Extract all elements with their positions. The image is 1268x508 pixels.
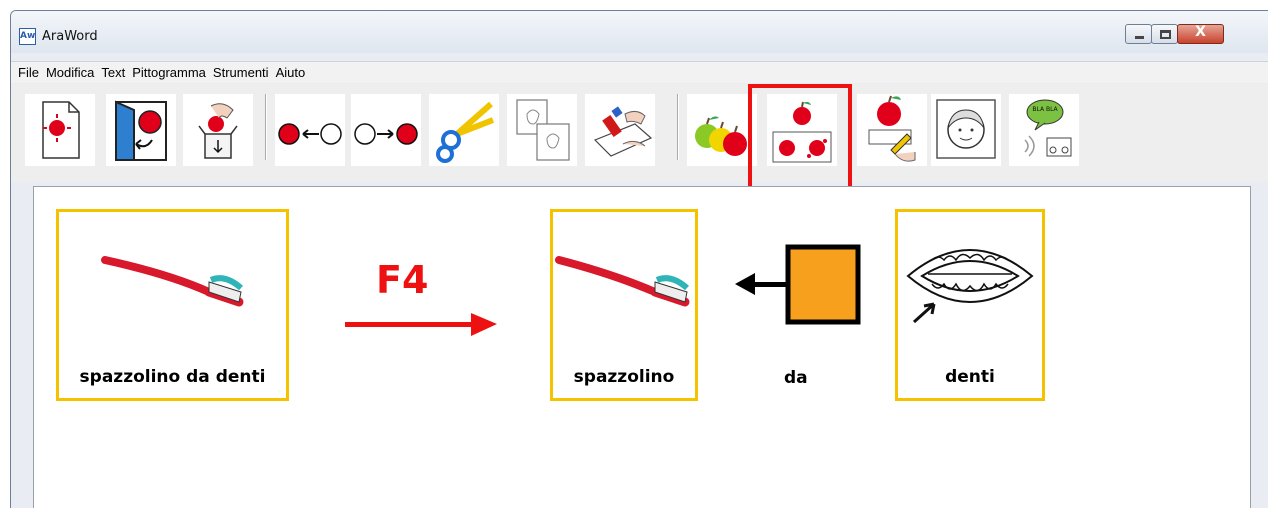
split-tool-highlight (748, 84, 852, 193)
edit-pictogram-button[interactable] (857, 94, 927, 166)
toolbar: BLA BLA (11, 84, 1268, 193)
maximize-icon (1160, 30, 1171, 39)
toothbrush-icon (101, 256, 244, 307)
card-label: denti (945, 367, 995, 387)
arrow-square-icon (735, 244, 861, 325)
toothbrush-icon (555, 256, 690, 307)
maximize-button[interactable] (1151, 24, 1178, 44)
speech-bubble-text: BLA BLA (1032, 106, 1058, 113)
edit-pictogram-icon (868, 95, 916, 162)
new-document-icon (42, 101, 80, 159)
f4-arrow-icon (345, 313, 497, 336)
face-icon (936, 99, 996, 159)
move-left-button[interactable] (275, 94, 345, 166)
speech-icon: BLA BLA (1024, 99, 1072, 157)
pictogram-card-denti[interactable]: denti (895, 209, 1045, 401)
close-icon: X (1195, 24, 1206, 40)
pictogram-card-spazzolino-da-denti[interactable]: spazzolino da denti (56, 209, 289, 401)
speech-button[interactable]: BLA BLA (1009, 94, 1079, 166)
menu-text[interactable]: Text (100, 64, 126, 81)
close-button[interactable]: X (1177, 24, 1224, 44)
menu-modifica[interactable]: Modifica (45, 64, 95, 81)
minimize-icon (1135, 36, 1144, 39)
menu-bar: File Modifica Text Pittogramma Strumenti… (11, 61, 1268, 83)
title-bar[interactable]: Aw AraWord X (11, 11, 1268, 53)
pictogram-card-spazzolino[interactable]: spazzolino (550, 209, 698, 401)
open-document-button[interactable] (106, 94, 176, 166)
copy-button[interactable] (507, 94, 577, 166)
minimize-button[interactable] (1125, 24, 1152, 44)
menu-file[interactable]: File (17, 64, 40, 81)
card-label: spazzolino (573, 367, 675, 387)
apples-button[interactable] (687, 94, 757, 166)
pictogram-word-da[interactable]: da (725, 209, 875, 401)
menu-pittogramma[interactable]: Pittogramma (131, 64, 207, 81)
save-document-icon (198, 103, 238, 159)
f4-shortcut-label: F4 (376, 258, 429, 302)
right-arrow-pictogram-icon (354, 123, 418, 145)
copy-pictogram-icon (516, 99, 570, 161)
left-arrow-pictogram-icon (278, 123, 342, 145)
scissors-icon (436, 101, 495, 163)
window-title: AraWord (42, 29, 98, 44)
new-document-button[interactable] (25, 94, 95, 166)
save-document-button[interactable] (183, 94, 253, 166)
apples-icon (695, 116, 747, 156)
card-label: spazzolino da denti (79, 367, 266, 387)
menu-aiuto[interactable]: Aiuto (275, 64, 307, 81)
teeth-mouth-icon (906, 249, 1034, 324)
menu-strumenti[interactable]: Strumenti (212, 64, 270, 81)
card-label: da (784, 368, 808, 388)
araword-app-icon: Aw (19, 28, 36, 45)
paste-glue-icon (593, 106, 653, 157)
paste-button[interactable] (585, 94, 655, 166)
toolbar-separator (265, 94, 267, 160)
toolbar-separator (677, 94, 679, 160)
open-document-icon (115, 100, 167, 161)
cut-button[interactable] (429, 94, 499, 166)
move-right-button[interactable] (351, 94, 421, 166)
face-button[interactable] (931, 94, 1001, 166)
